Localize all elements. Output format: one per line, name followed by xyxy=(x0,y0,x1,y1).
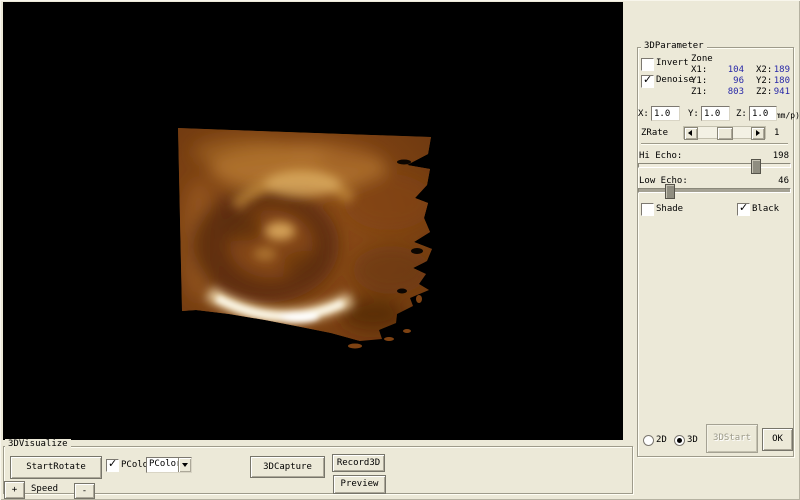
black-checkbox[interactable] xyxy=(737,203,750,216)
zone-label: Zone xyxy=(691,54,713,65)
zone-z1-value: 803 xyxy=(714,87,744,98)
zrate-value: 1 xyxy=(774,128,779,139)
hi-echo-slider-thumb[interactable] xyxy=(751,159,761,174)
zone-x1-label: X1: xyxy=(691,65,707,76)
record3d-button[interactable]: Record3D xyxy=(332,454,385,472)
scale-z-label: Z: xyxy=(736,109,747,120)
app-window: 3DParameter Invert Denoise Zone X1: 104 … xyxy=(0,0,800,500)
zone-x1-value: 104 xyxy=(714,65,744,76)
hi-echo-slider-track[interactable] xyxy=(638,163,791,168)
invert-label: Invert xyxy=(656,58,689,69)
ok-button[interactable]: OK xyxy=(762,428,793,451)
mode-3d-label: 3D xyxy=(687,435,698,446)
zrate-label: ZRate xyxy=(641,128,668,139)
low-echo-slider-thumb[interactable] xyxy=(665,184,675,199)
denoise-label: Denoise xyxy=(656,75,694,86)
pcolor-combobox-value: PColor xyxy=(149,459,182,470)
zone-y2-value: 180 xyxy=(768,76,790,87)
scale-y-input[interactable] xyxy=(701,106,730,121)
zone-y1-label: Y1: xyxy=(691,76,707,87)
pcolor-combobox-dropdown-button[interactable] xyxy=(178,458,191,472)
scroll-left-arrow-icon xyxy=(688,130,692,136)
speed-minus-button[interactable]: - xyxy=(74,483,95,499)
mode-2d-radio[interactable] xyxy=(643,435,654,446)
start-rotate-button[interactable]: StartRotate xyxy=(10,456,102,479)
scale-z-input[interactable] xyxy=(749,106,777,121)
speed-label: Speed xyxy=(31,484,58,495)
denoise-checkbox[interactable] xyxy=(641,75,654,88)
mode-3d-radio[interactable] xyxy=(674,435,685,446)
low-echo-slider-track[interactable] xyxy=(638,188,791,193)
ultrasound-image xyxy=(3,2,623,440)
hi-echo-label: Hi Echo: xyxy=(639,151,682,162)
low-echo-label: Low Echo: xyxy=(639,176,688,187)
visualize-group-title: 3DVisualize xyxy=(5,439,71,450)
zrate-scroll-thumb[interactable] xyxy=(717,127,733,140)
mode-2d-label: 2D xyxy=(656,435,667,446)
chevron-down-icon xyxy=(182,463,188,467)
low-echo-value: 46 xyxy=(759,176,789,187)
scroll-right-arrow-icon xyxy=(756,130,760,136)
shade-checkbox[interactable] xyxy=(641,203,654,216)
zrate-scroll-left-button[interactable] xyxy=(684,127,698,140)
render-viewport[interactable] xyxy=(3,2,623,440)
invert-checkbox[interactable] xyxy=(641,58,654,71)
scale-x-label: X: xyxy=(638,109,649,120)
pcolor-combobox[interactable]: PColor xyxy=(146,457,192,473)
shade-label: Shade xyxy=(656,204,683,215)
speed-plus-button[interactable]: + xyxy=(4,481,25,499)
zrate-scroll-right-button[interactable] xyxy=(751,127,765,140)
scale-y-label: Y: xyxy=(688,109,699,120)
3dstart-button[interactable]: 3DStart xyxy=(706,424,758,453)
parameter-group-title: 3DParameter xyxy=(641,41,707,52)
3dcapture-button[interactable]: 3DCapture xyxy=(250,456,325,478)
preview-button[interactable]: Preview xyxy=(333,475,386,494)
hi-echo-value: 198 xyxy=(759,151,789,162)
zrate-scrollbar[interactable] xyxy=(683,126,766,139)
zone-z1-label: Z1: xyxy=(691,87,707,98)
parameter-separator xyxy=(641,143,788,145)
zone-z2-value: 941 xyxy=(768,87,790,98)
black-label: Black xyxy=(752,204,779,215)
zone-x2-value: 189 xyxy=(768,65,790,76)
pcolor-checkbox[interactable] xyxy=(106,459,119,472)
zone-y1-value: 96 xyxy=(714,76,744,87)
scale-x-input[interactable] xyxy=(651,106,680,121)
